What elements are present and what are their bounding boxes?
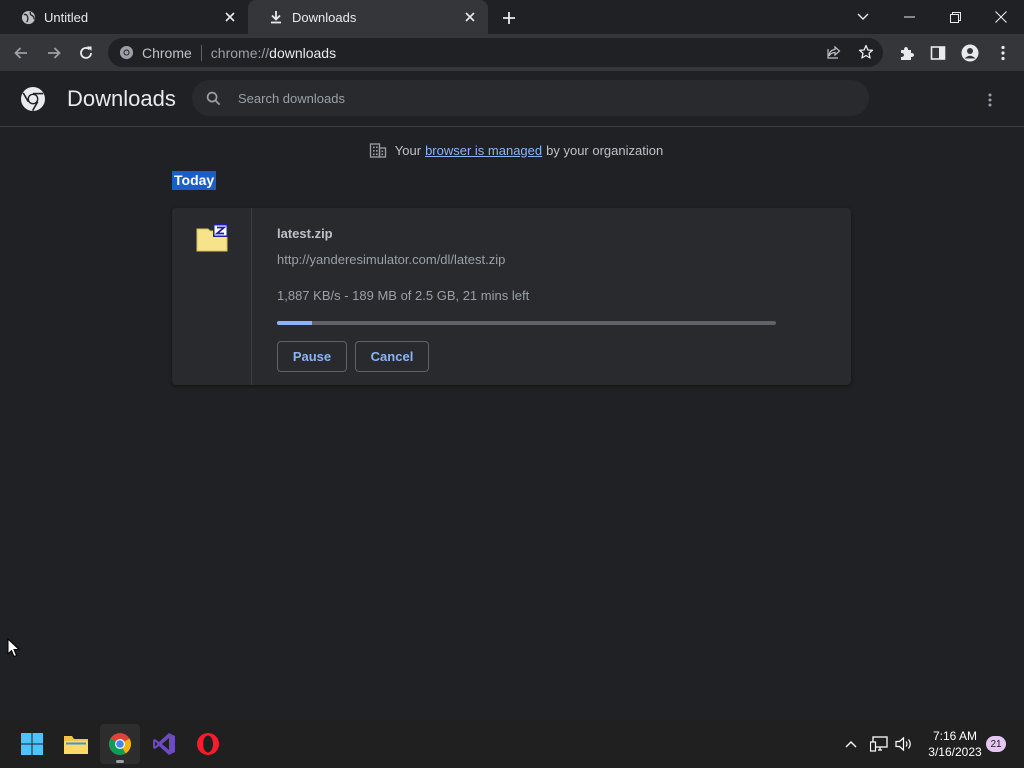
side-panel-icon[interactable] bbox=[925, 40, 951, 66]
file-icon-column bbox=[172, 208, 252, 385]
reload-button[interactable] bbox=[73, 40, 99, 66]
windows-taskbar: 7:16 AM 3/16/2023 21 bbox=[0, 720, 1024, 768]
notification-count-badge[interactable]: 21 bbox=[986, 736, 1006, 752]
pause-button[interactable]: Pause bbox=[277, 341, 347, 372]
close-window-button[interactable] bbox=[978, 0, 1024, 34]
tab-title: Downloads bbox=[292, 9, 357, 25]
mouse-pointer-icon bbox=[7, 637, 21, 658]
extensions-puzzle-icon[interactable] bbox=[893, 40, 919, 66]
volume-icon[interactable] bbox=[893, 733, 915, 755]
visual-studio-icon[interactable] bbox=[144, 724, 184, 764]
download-status-text: 1,887 KB/s - 189 MB of 2.5 GB, 21 mins l… bbox=[277, 288, 530, 303]
chrome-site-icon bbox=[118, 45, 134, 61]
restore-button[interactable] bbox=[932, 0, 978, 34]
file-explorer-icon[interactable] bbox=[56, 724, 96, 764]
download-icon bbox=[268, 9, 284, 25]
more-actions-kebab-icon[interactable] bbox=[978, 88, 1002, 112]
globe-icon bbox=[20, 9, 36, 25]
profile-avatar-icon[interactable] bbox=[957, 40, 983, 66]
search-placeholder: Search downloads bbox=[238, 90, 345, 106]
network-icon[interactable] bbox=[868, 733, 890, 755]
minimize-button[interactable] bbox=[886, 0, 932, 34]
tab-untitled[interactable]: Untitled bbox=[0, 0, 248, 34]
close-tab-icon[interactable] bbox=[222, 9, 238, 25]
tab-title: Untitled bbox=[44, 9, 89, 25]
zip-file-icon bbox=[196, 223, 230, 253]
tab-strip: Untitled Downloads bbox=[0, 0, 1024, 34]
close-tab-icon[interactable] bbox=[462, 9, 478, 25]
cancel-button[interactable]: Cancel bbox=[355, 341, 429, 372]
search-icon bbox=[204, 89, 222, 107]
managed-notice: Your browser is managed by your organiza… bbox=[0, 140, 1024, 160]
browser-toolbar: Chrome chrome://downloads bbox=[0, 34, 1024, 71]
active-app-indicator bbox=[116, 760, 124, 763]
chevron-up-icon[interactable] bbox=[840, 733, 862, 755]
address-bar[interactable]: Chrome chrome://downloads bbox=[108, 38, 883, 67]
page-title: Downloads bbox=[67, 86, 176, 111]
share-icon[interactable] bbox=[821, 39, 847, 65]
opera-browser-icon[interactable] bbox=[188, 724, 228, 764]
search-downloads-input[interactable]: Search downloads bbox=[192, 80, 869, 116]
windows-start-icon[interactable] bbox=[12, 724, 52, 764]
forward-button[interactable] bbox=[41, 40, 67, 66]
download-source-url[interactable]: http://yanderesimulator.com/dl/latest.zi… bbox=[277, 252, 505, 267]
system-clock[interactable]: 7:16 AM 3/16/2023 bbox=[920, 728, 990, 760]
managed-prefix: Your bbox=[394, 142, 422, 158]
chrome-taskbar-icon[interactable] bbox=[100, 724, 140, 764]
clock-date: 3/16/2023 bbox=[928, 745, 982, 759]
url-path: downloads bbox=[269, 44, 337, 61]
tab-search-chevron-down-icon[interactable] bbox=[840, 0, 886, 34]
downloads-header: Downloads Search downloads bbox=[0, 71, 1024, 127]
managed-suffix: by your organization bbox=[546, 142, 664, 158]
download-progress-bar bbox=[277, 321, 776, 325]
chrome-logo-icon bbox=[20, 86, 46, 112]
download-progress-fill bbox=[277, 321, 312, 325]
address-divider bbox=[200, 44, 202, 61]
browser-menu-kebab-icon[interactable] bbox=[990, 40, 1016, 66]
date-group-heading: Today bbox=[172, 171, 217, 190]
clock-time: 7:16 AM bbox=[932, 729, 978, 743]
download-item-card: latest.zip http://yanderesimulator.com/d… bbox=[172, 208, 851, 385]
bookmark-star-icon[interactable] bbox=[853, 39, 879, 65]
url-scheme: chrome:// bbox=[210, 44, 270, 61]
browser-managed-link[interactable]: browser is managed bbox=[425, 143, 542, 158]
download-filename[interactable]: latest.zip bbox=[277, 226, 333, 241]
tab-downloads[interactable]: Downloads bbox=[248, 0, 488, 34]
back-button[interactable] bbox=[8, 40, 34, 66]
site-label: Chrome bbox=[142, 44, 192, 61]
new-tab-button[interactable] bbox=[498, 7, 520, 29]
building-icon bbox=[369, 141, 387, 159]
